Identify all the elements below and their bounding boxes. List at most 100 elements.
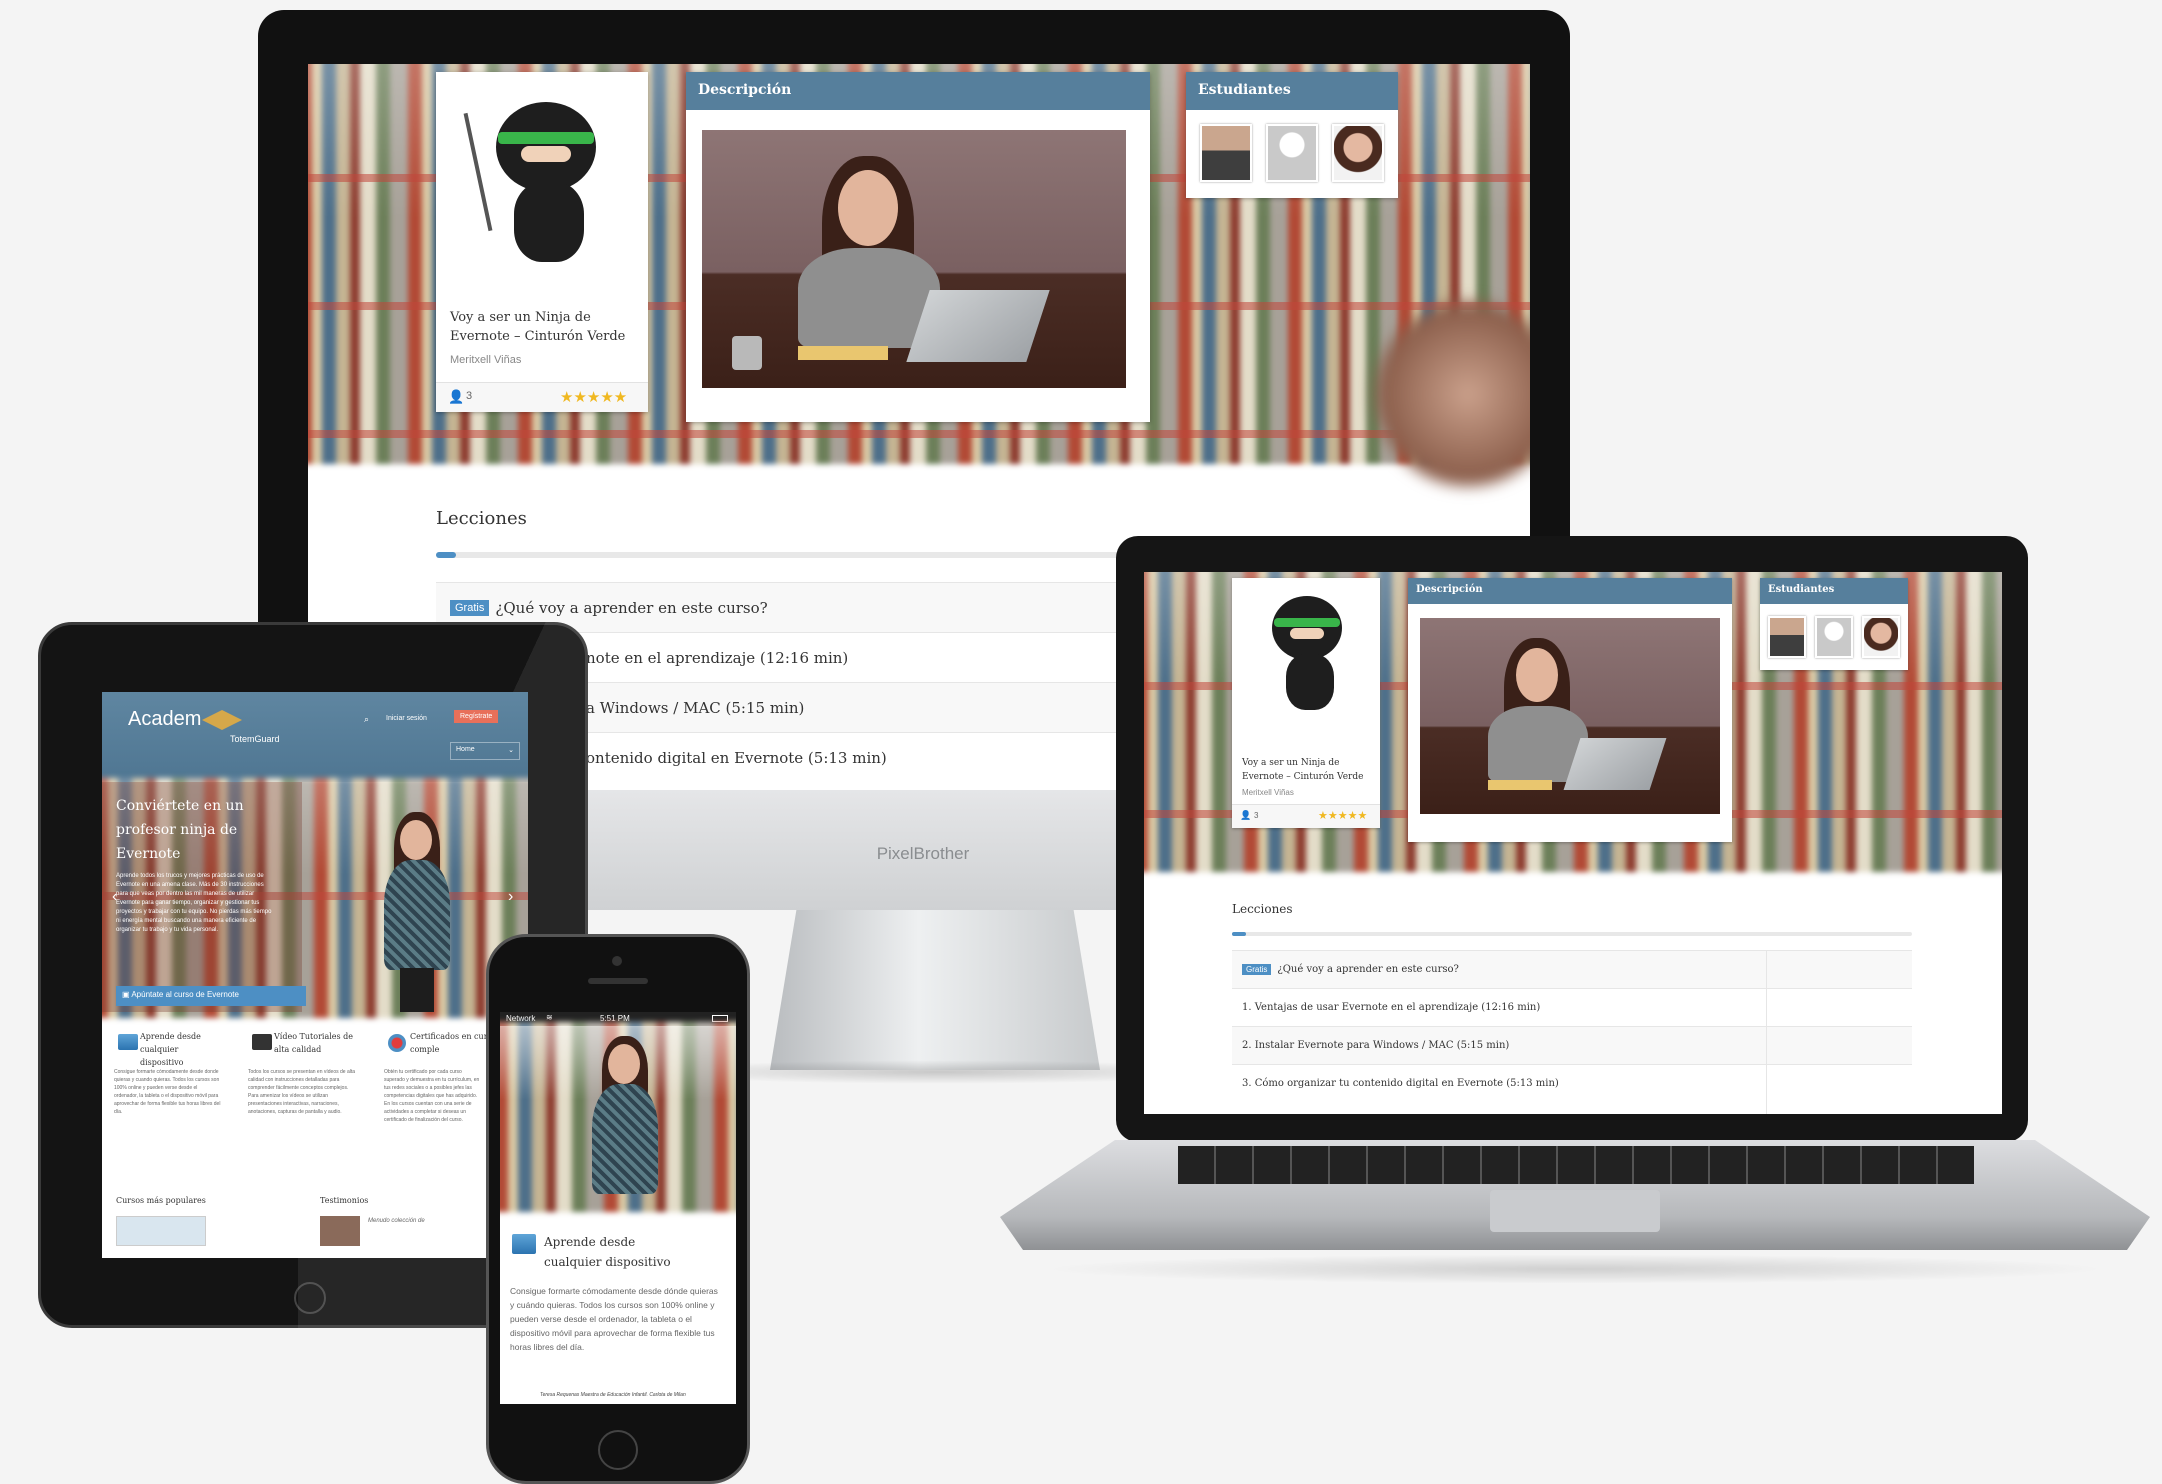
student-avatar[interactable] bbox=[1862, 616, 1900, 658]
feature-text: Consigue formarte cómodamente desde dond… bbox=[114, 1069, 221, 1115]
phone-feature-title: Aprende desde cualquier dispositivo bbox=[544, 1235, 671, 1269]
search-icon[interactable]: ⌕ bbox=[364, 714, 369, 725]
lesson-title[interactable]: ¿Qué voy a aprender en este curso? bbox=[495, 599, 767, 617]
hero-next-arrow[interactable]: › bbox=[508, 888, 513, 906]
hero-title: Conviértete en un profesor ninja de Ever… bbox=[116, 798, 244, 862]
description-heading: Descripción bbox=[1408, 578, 1732, 604]
course-title[interactable]: Voy a ser un Ninja de Evernote – Cinturó… bbox=[450, 308, 640, 346]
student-avatar[interactable] bbox=[1200, 124, 1252, 182]
user-icon: 👤 bbox=[1240, 810, 1252, 820]
hero-woman-figure bbox=[372, 812, 462, 1012]
cta-label: Apúntate al curso de Evernote bbox=[131, 990, 239, 999]
lesson-title[interactable]: ¿Qué voy a aprender en este curso? bbox=[1277, 964, 1459, 975]
nav-select[interactable]: Home ⌄ bbox=[450, 742, 520, 760]
description-panel: Descripción bbox=[686, 72, 1150, 422]
calendar-icon: ▣ bbox=[122, 990, 130, 999]
phone-screen: Network ≋ 5:51 PM Aprende desde cualquie… bbox=[500, 1012, 736, 1404]
tablet-header: Academ TotemGuard ⌕ Iniciar sesión Regís… bbox=[102, 692, 528, 782]
testimonials-heading: Testimonios bbox=[320, 1196, 369, 1205]
hero-text: Aprende todos los trucos y mejores práct… bbox=[116, 873, 272, 933]
course-card-footer: 👤 3 ★★★★★ bbox=[436, 382, 648, 412]
lesson-title[interactable]: ontenido digital en Evernote (5:13 min) bbox=[586, 749, 887, 767]
lesson-title[interactable]: 3. Cómo organizar tu contenido digital e… bbox=[1242, 1078, 1559, 1089]
feature-title: Vídeo Tutoriales de alta calidad bbox=[274, 1032, 354, 1054]
ninja-mascot bbox=[1260, 596, 1356, 716]
course-card[interactable]: Voy a ser un Ninja de Evernote – Cinturó… bbox=[1232, 578, 1380, 828]
hero-prev-arrow[interactable]: ‹ bbox=[112, 888, 117, 906]
phone-hero-woman bbox=[580, 1036, 670, 1212]
description-heading: Descripción bbox=[686, 72, 1150, 110]
lesson-title[interactable]: 1. Ventajas de usar Evernote en el apren… bbox=[1242, 1002, 1540, 1013]
lesson-title[interactable]: 2. Instalar Evernote para Windows / MAC … bbox=[1242, 1040, 1509, 1051]
lesson-row[interactable]: 2. Instalar Evernote para Windows / MAC … bbox=[1232, 1026, 1912, 1064]
lessons-progress-track bbox=[1232, 932, 1912, 936]
phone: Network ≋ 5:51 PM Aprende desde cualquie… bbox=[486, 934, 750, 1484]
rating-stars: ★★★★★ bbox=[1318, 809, 1368, 822]
lesson-row[interactable]: 3. Cómo organizar tu contenido digital e… bbox=[1232, 1064, 1912, 1102]
lesson-title[interactable]: a Windows / MAC (5:15 min) bbox=[586, 699, 804, 717]
feature-column: Vídeo Tutoriales de alta calidad Todos l… bbox=[248, 1030, 376, 1180]
students-heading: Estudiantes bbox=[1186, 72, 1398, 110]
logo-mortarboard-icon bbox=[202, 710, 242, 730]
phone-home-button[interactable] bbox=[598, 1430, 638, 1470]
phone-footer-snippet: Teresa Requenas Maestra de Educación Inf… bbox=[540, 1392, 686, 1398]
logo-text[interactable]: Academ bbox=[128, 708, 201, 731]
lesson-row[interactable]: 1. Ventajas de usar Evernote en el apren… bbox=[1232, 988, 1912, 1026]
device-icon bbox=[118, 1034, 138, 1050]
student-avatar[interactable] bbox=[1332, 124, 1384, 182]
login-link[interactable]: Iniciar sesión bbox=[386, 715, 427, 722]
video-icon bbox=[252, 1034, 272, 1050]
lessons-progress-fill bbox=[1232, 932, 1246, 936]
laptop-trackpad bbox=[1490, 1190, 1660, 1232]
feature-column: Aprende desde cualquier dispositivo Cons… bbox=[114, 1030, 242, 1180]
students-panel: Estudiantes bbox=[1760, 578, 1908, 670]
course-title[interactable]: Voy a ser un Ninja de Evernote – Cinturó… bbox=[1242, 756, 1376, 784]
chevron-down-icon: ⌄ bbox=[508, 747, 514, 754]
students-count: 3 bbox=[1254, 811, 1259, 820]
tablet-screen: Academ TotemGuard ⌕ Iniciar sesión Regís… bbox=[102, 692, 528, 1258]
popular-heading: Cursos más populares bbox=[116, 1196, 206, 1205]
testimonial-snippet: Menudo colección de bbox=[368, 1218, 425, 1224]
students-panel: Estudiantes bbox=[1186, 72, 1398, 198]
register-button[interactable]: Regístrate bbox=[454, 710, 499, 723]
feature-title: Aprende desde cualquier dispositivo bbox=[140, 1032, 201, 1067]
students-heading: Estudiantes bbox=[1760, 578, 1908, 604]
course-card-footer: 👤 3 ★★★★★ bbox=[1232, 804, 1380, 828]
phone-speaker bbox=[588, 978, 648, 984]
feature-text: Obtén tu certificado por cada curso supe… bbox=[384, 1069, 480, 1123]
free-badge: Gratis bbox=[450, 599, 490, 616]
phone-camera bbox=[612, 956, 622, 966]
laptop: Voy a ser un Ninja de Evernote – Cinturó… bbox=[1000, 530, 2150, 1290]
feature-text: Todos los cursos se presentan en vídeos … bbox=[248, 1069, 356, 1115]
logo-subtext: TotemGuard bbox=[230, 734, 280, 744]
certificate-icon bbox=[388, 1034, 406, 1052]
course-author: Meritxell Viñas bbox=[450, 354, 522, 366]
laptop-keyboard bbox=[1178, 1146, 1974, 1184]
laptop-shadow bbox=[1040, 1254, 2110, 1284]
phone-feature-text: Consigue formarte cómodamente desde dónd… bbox=[510, 1286, 718, 1352]
course-video-thumbnail[interactable] bbox=[702, 130, 1126, 388]
course-video-thumbnail[interactable] bbox=[1420, 618, 1720, 814]
nav-select-value: Home bbox=[456, 746, 475, 753]
lesson-row[interactable]: Gratis ¿Qué voy a aprender en este curso… bbox=[1232, 950, 1912, 988]
lessons-heading: Lecciones bbox=[1232, 902, 1293, 916]
lessons-heading: Lecciones bbox=[436, 508, 527, 529]
device-icon bbox=[512, 1234, 536, 1254]
user-icon: 👤 bbox=[448, 389, 465, 404]
laptop-screen: Voy a ser un Ninja de Evernote – Cinturó… bbox=[1144, 572, 2002, 1114]
student-avatar[interactable] bbox=[1768, 616, 1806, 658]
cta-button[interactable]: ▣ Apúntate al curso de Evernote bbox=[116, 986, 306, 1006]
course-author: Meritxell Viñas bbox=[1242, 788, 1294, 797]
rating-stars: ★★★★★ bbox=[560, 388, 628, 406]
student-avatar-placeholder[interactable] bbox=[1266, 124, 1318, 182]
free-badge: Gratis bbox=[1242, 964, 1272, 975]
course-card[interactable]: Voy a ser un Ninja de Evernote – Cinturó… bbox=[436, 72, 648, 412]
lesson-title[interactable]: note en el aprendizaje (12:16 min) bbox=[586, 649, 848, 667]
lessons-progress-fill bbox=[436, 552, 456, 558]
description-panel: Descripción bbox=[1408, 578, 1732, 842]
lessons-divider bbox=[1766, 950, 1767, 1114]
student-avatar-placeholder[interactable] bbox=[1815, 616, 1853, 658]
popular-course-thumb[interactable] bbox=[116, 1216, 206, 1246]
testimonial-avatar bbox=[320, 1216, 360, 1246]
battery-icon bbox=[712, 1015, 728, 1022]
